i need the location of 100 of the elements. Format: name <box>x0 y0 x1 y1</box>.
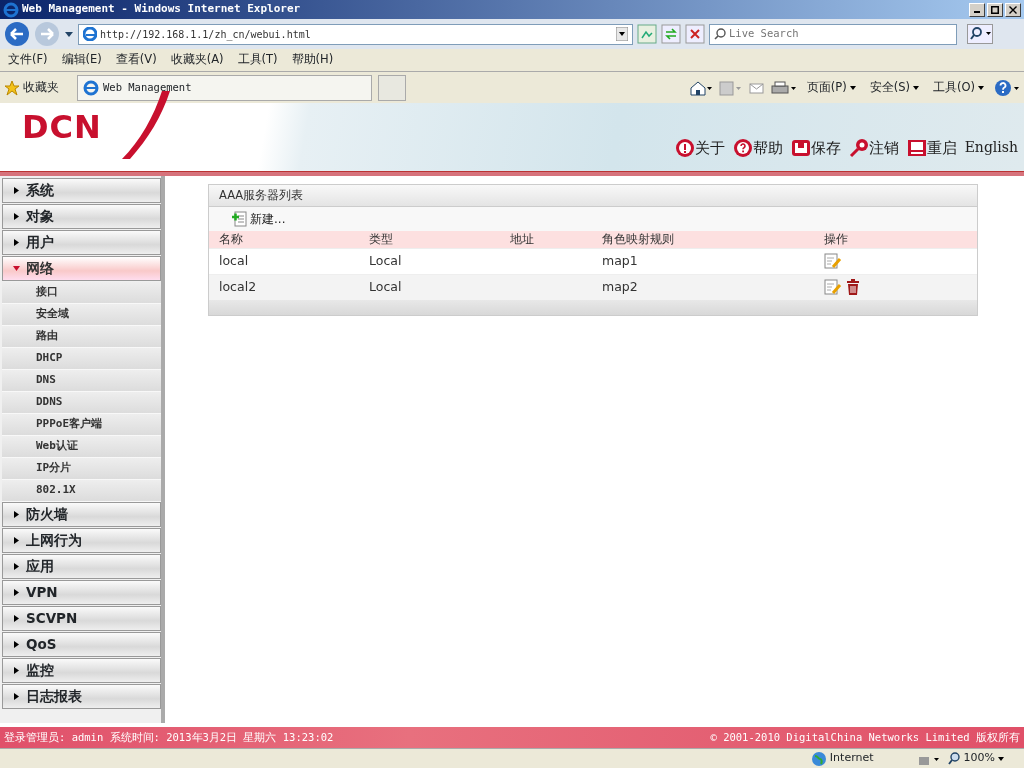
magnifier-icon <box>947 752 961 765</box>
reboot-link[interactable]: 重启 <box>906 136 957 159</box>
caret-right-icon <box>13 589 20 596</box>
panel-title: AAA服务器列表 <box>209 185 977 207</box>
sidebar-subitem[interactable]: 802.1X <box>2 480 161 502</box>
sidebar-subitem[interactable]: 路由 <box>2 326 161 348</box>
table-cell-text: map1 <box>602 252 639 271</box>
menu-item[interactable]: 工具(T) <box>231 51 284 69</box>
menu-item[interactable]: 文件(F) <box>2 51 54 69</box>
caret-icon <box>998 756 1004 761</box>
minimize-icon <box>974 10 980 13</box>
sidebar-item[interactable]: 日志报表 <box>2 684 161 709</box>
sidebar-subitem[interactable]: Web认证 <box>2 436 161 458</box>
sidebar-item[interactable]: 应用 <box>2 554 161 579</box>
zone-indicator: Internet <box>810 750 874 767</box>
new-button[interactable]: 新建... <box>231 210 286 228</box>
table-cell-text: map2 <box>602 278 639 297</box>
sidebar-subitem[interactable]: PPPoE客户端 <box>2 414 161 436</box>
globe-icon <box>810 750 827 767</box>
search-icon <box>967 24 993 44</box>
table-cell-text: local <box>219 252 250 271</box>
menu-item[interactable]: 帮助(H) <box>285 51 340 69</box>
sidebar-item[interactable]: 监控 <box>2 658 161 683</box>
logout-link[interactable]: 注销 <box>848 136 899 159</box>
about-link[interactable]: 关于 <box>674 136 725 159</box>
sidebar-item[interactable]: 网络 <box>2 256 161 281</box>
column-header: 类型 <box>369 231 394 248</box>
sidebar-item[interactable]: 用户 <box>2 230 161 255</box>
help-link[interactable]: 帮助 <box>732 136 783 159</box>
home-icon[interactable] <box>688 79 713 96</box>
language-link[interactable]: English <box>964 137 1018 159</box>
sidebar-subitem[interactable]: 安全域 <box>2 304 161 326</box>
back-icon[interactable] <box>4 21 30 47</box>
dropdown-icon[interactable] <box>64 29 74 39</box>
trash-icon[interactable] <box>845 279 861 295</box>
table-cell-text: Local <box>369 252 403 271</box>
browser-tab[interactable]: Web Management <box>77 74 372 101</box>
help-icon <box>732 137 753 158</box>
caret-right-icon <box>13 563 20 570</box>
sidebar-item[interactable]: QoS <box>2 632 161 657</box>
sidebar-item[interactable]: 对象 <box>2 204 161 229</box>
save-link[interactable]: 保存 <box>790 136 841 159</box>
command-menu[interactable]: 页面(P) <box>802 78 860 97</box>
printer-icon[interactable] <box>770 79 797 96</box>
star-icon <box>4 79 20 96</box>
menu-item[interactable]: 收藏夹(A) <box>164 51 230 69</box>
logout-icon <box>848 137 869 158</box>
stop-icon[interactable] <box>685 24 705 44</box>
close-icon <box>1009 5 1017 14</box>
browser-logo-icon <box>83 79 99 96</box>
search-icon <box>714 28 726 40</box>
window-title: Web Management - Windows Internet Explorer <box>22 1 302 18</box>
about-icon <box>674 137 695 158</box>
sidebar-subitem[interactable]: DHCP <box>2 348 161 370</box>
sidebar-item[interactable]: SCVPN <box>2 606 161 631</box>
search-box[interactable]: Live Search <box>709 23 957 45</box>
column-header: 地址 <box>510 231 535 248</box>
caret-right-icon <box>13 213 20 220</box>
table-cell-text: local2 <box>219 278 258 297</box>
caret-right-icon <box>13 239 20 246</box>
sidebar-subitem[interactable]: DDNS <box>2 392 161 414</box>
sidebar-item[interactable]: 防火墙 <box>2 502 161 527</box>
copyright: © 2001-2010 DigitalChina Networks Limited 版权所有 <box>710 729 1020 745</box>
caret-right-icon <box>13 615 20 622</box>
dropdown-icon[interactable] <box>616 27 628 41</box>
command-menu[interactable]: 工具(O) <box>928 78 988 97</box>
favorites-button[interactable]: 收藏夹 <box>4 78 59 97</box>
sidebar-subitem[interactable]: 接口 <box>2 282 161 304</box>
close-button[interactable] <box>1005 2 1021 17</box>
add-list-icon <box>231 211 247 227</box>
browser-logo-icon <box>3 1 19 18</box>
maximize-button[interactable] <box>987 2 1003 17</box>
column-header: 操作 <box>824 231 849 248</box>
caret-down-icon <box>13 265 20 272</box>
maximize-icon <box>991 5 999 14</box>
address-field[interactable]: http://192.168.1.1/zh_cn/webui.html <box>78 23 633 45</box>
search-button[interactable] <box>967 24 993 44</box>
table-cell-text: Local <box>369 278 403 297</box>
caret-icon <box>978 85 984 90</box>
sidebar-subitem[interactable]: DNS <box>2 370 161 392</box>
column-header: 角色映射规则 <box>602 231 675 248</box>
zoom-button[interactable]: 100% <box>947 750 1004 767</box>
logo: DCN <box>22 107 102 148</box>
page-icon <box>83 27 97 41</box>
login-info: 登录管理员: admin 系统时间: 2013年3月2日 星期六 13:23:02 <box>4 729 334 745</box>
sidebar-item[interactable]: 系统 <box>2 178 161 203</box>
save-icon <box>790 137 811 158</box>
command-menu[interactable]: 安全(S) <box>865 78 923 97</box>
minimize-button[interactable] <box>969 2 985 17</box>
sidebar-item[interactable]: VPN <box>2 580 161 605</box>
menu-item[interactable]: 查看(V) <box>109 51 163 69</box>
caret-right-icon <box>13 641 20 648</box>
caret-right-icon <box>13 187 20 194</box>
column-header: 名称 <box>219 231 244 248</box>
sidebar-item[interactable]: 上网行为 <box>2 528 161 553</box>
caret-icon <box>912 85 919 90</box>
help-icon[interactable] <box>994 78 1020 97</box>
caret-icon <box>849 85 856 90</box>
menu-item[interactable]: 编辑(E) <box>55 51 108 69</box>
sidebar-subitem[interactable]: IP分片 <box>2 458 161 480</box>
